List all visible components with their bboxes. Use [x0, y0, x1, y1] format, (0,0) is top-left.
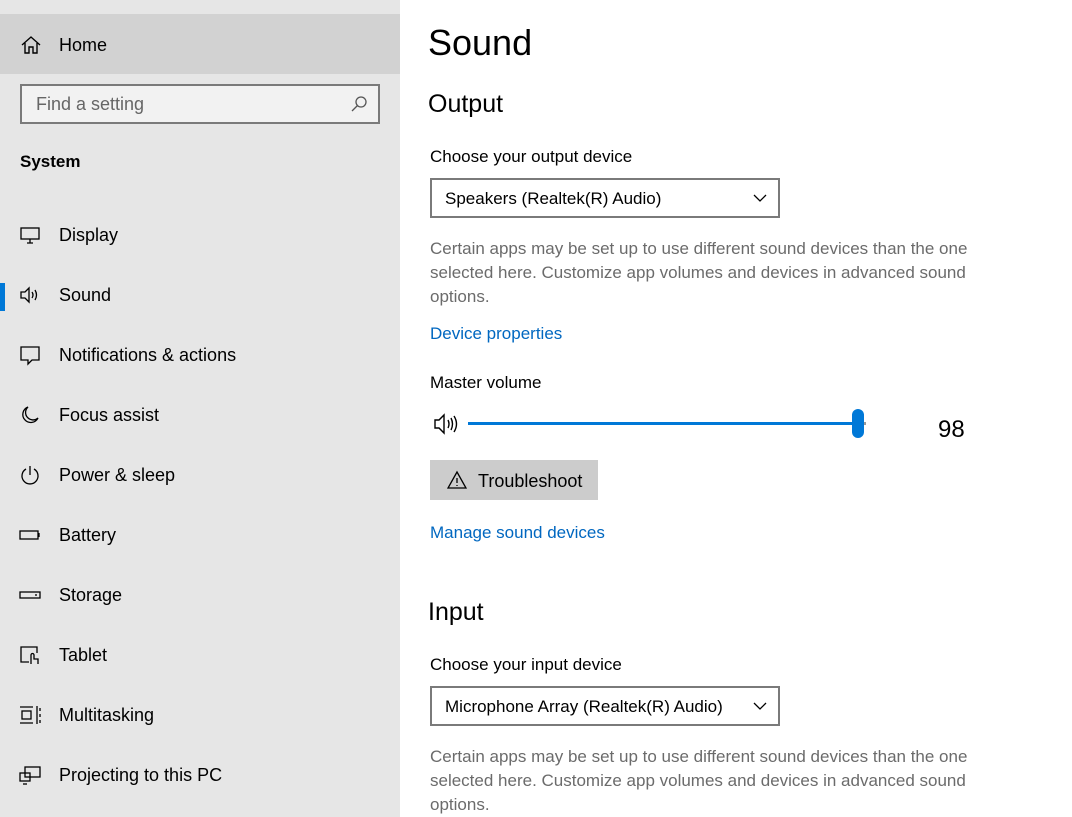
main-content: Sound Output Choose your output device S…: [400, 0, 1072, 817]
speaker-icon: [20, 286, 38, 304]
sidebar-item-battery[interactable]: Battery: [0, 505, 400, 565]
sidebar-item-label: Sound: [59, 285, 112, 305]
master-volume-label: Master volume: [430, 373, 542, 392]
multitasking-icon: [20, 706, 41, 724]
sidebar-item-label: Notifications & actions: [59, 345, 237, 365]
input-device-value: Microphone Array (Realtek(R) Audio): [445, 697, 723, 716]
storage-icon: [19, 591, 41, 599]
sidebar-item-power-sleep[interactable]: Power & sleep: [0, 445, 400, 505]
output-heading: Output: [428, 90, 504, 118]
sidebar-item-label: Multitasking: [59, 705, 155, 725]
sidebar: Home System Display Sound Notifications …: [0, 0, 400, 817]
sidebar-item-label: Battery: [59, 525, 117, 545]
home-nav-item[interactable]: Home: [0, 14, 400, 74]
sidebar-item-label: Projecting to this PC: [59, 765, 223, 785]
power-icon: [21, 466, 39, 485]
selection-indicator: [0, 283, 5, 311]
sidebar-item-display[interactable]: Display: [0, 205, 400, 265]
manage-sound-devices-link[interactable]: Manage sound devices: [430, 523, 605, 543]
slider-thumb[interactable]: [852, 409, 864, 438]
sidebar-item-tablet[interactable]: Tablet: [0, 625, 400, 685]
sidebar-item-label: Power & sleep: [59, 465, 176, 485]
search-box[interactable]: [20, 84, 380, 124]
warning-icon: [447, 470, 467, 489]
input-description: Certain apps may be set up to use differ…: [430, 747, 968, 814]
sidebar-item-label: Tablet: [59, 645, 108, 665]
sidebar-item-sound[interactable]: Sound: [0, 265, 400, 325]
tablet-icon: [20, 646, 39, 664]
section-title: System: [20, 152, 81, 171]
input-heading: Input: [428, 598, 484, 626]
battery-icon: [19, 530, 40, 540]
slider-fill: [468, 422, 858, 425]
output-device-value: Speakers (Realtek(R) Audio): [445, 189, 662, 208]
sidebar-item-multitasking[interactable]: Multitasking: [0, 685, 400, 745]
input-device-dropdown[interactable]: Microphone Array (Realtek(R) Audio): [430, 686, 780, 726]
sidebar-item-storage[interactable]: Storage: [0, 565, 400, 625]
sidebar-item-focus-assist[interactable]: Focus assist: [0, 385, 400, 445]
search-icon[interactable]: [350, 95, 368, 113]
troubleshoot-label: Troubleshoot: [478, 471, 583, 491]
notification-icon: [20, 346, 40, 366]
volume-value: 98: [938, 416, 965, 443]
sidebar-item-label: Display: [59, 225, 119, 245]
input-device-label: Choose your input device: [430, 655, 622, 674]
home-label: Home: [59, 35, 108, 55]
chevron-down-icon: [753, 194, 767, 202]
page-title: Sound: [428, 22, 533, 63]
master-volume-slider[interactable]: [468, 408, 866, 440]
output-device-dropdown[interactable]: Speakers (Realtek(R) Audio): [430, 178, 780, 218]
sidebar-item-projecting[interactable]: Projecting to this PC: [0, 745, 400, 805]
device-properties-link[interactable]: Device properties: [430, 324, 562, 344]
search-input[interactable]: [22, 86, 342, 122]
sidebar-item-notifications[interactable]: Notifications & actions: [0, 325, 400, 385]
projecting-icon: [19, 766, 41, 785]
volume-icon[interactable]: [433, 412, 461, 436]
chevron-down-icon: [753, 702, 767, 710]
troubleshoot-button[interactable]: Troubleshoot: [430, 460, 598, 500]
output-device-label: Choose your output device: [430, 147, 633, 166]
moon-icon: [22, 406, 39, 424]
sidebar-item-label: Storage: [59, 585, 123, 605]
sidebar-item-label: Focus assist: [59, 405, 160, 425]
monitor-icon: [20, 227, 40, 244]
home-icon: [21, 36, 41, 54]
output-description: Certain apps may be set up to use differ…: [430, 239, 968, 306]
